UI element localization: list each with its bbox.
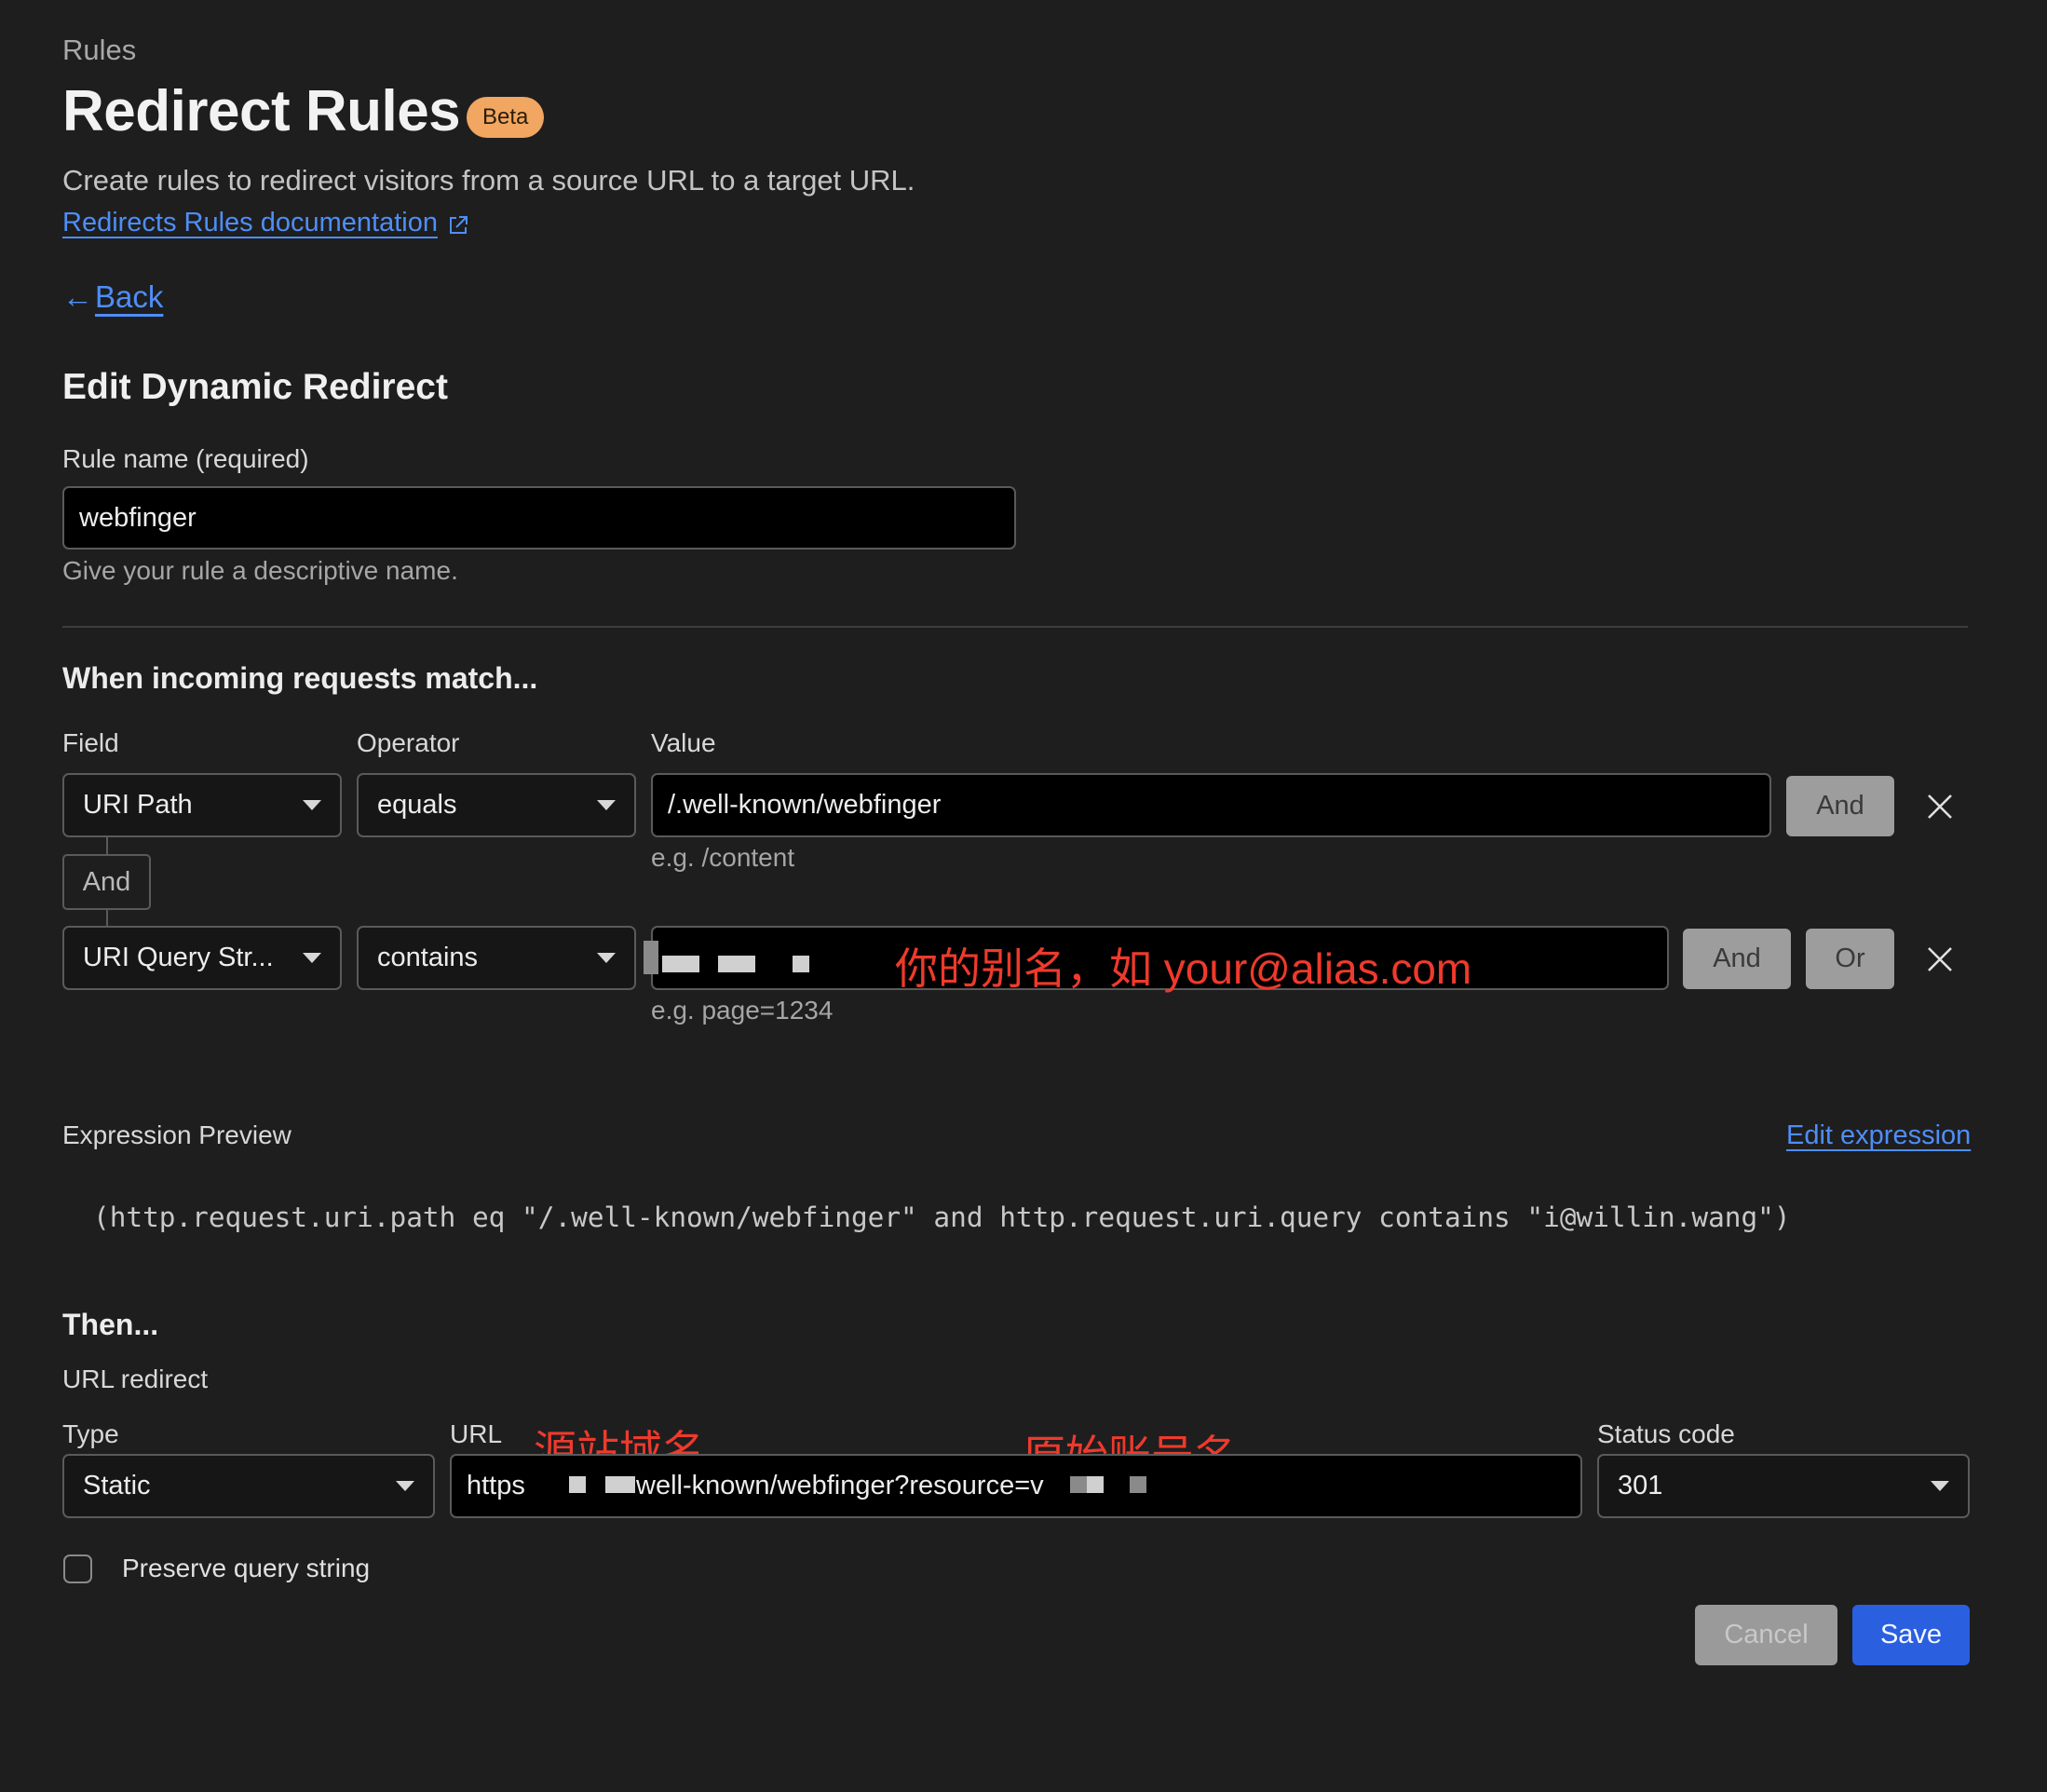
divider xyxy=(62,626,1968,628)
operator-select-value: equals xyxy=(377,790,457,820)
add-and-condition-button[interactable]: And xyxy=(1683,929,1791,989)
beta-badge: Beta xyxy=(467,97,545,138)
url-redirect-label: URL redirect xyxy=(62,1364,209,1393)
and-connector-badge: And xyxy=(62,854,151,910)
value-hint-2: e.g. page=1234 xyxy=(651,996,834,1025)
documentation-link[interactable]: Redirects Rules documentation xyxy=(62,208,438,238)
match-section-title: When incoming requests match... xyxy=(62,661,538,695)
url-path-text: well-known/webfinger?resource=v xyxy=(636,1471,1044,1500)
operator-select-1[interactable]: equals xyxy=(357,773,636,837)
close-icon[interactable] xyxy=(1926,945,1954,973)
operator-column-label: Operator xyxy=(357,728,460,757)
field-select-value: URI Path xyxy=(83,790,193,820)
condition-connector-line xyxy=(106,837,108,854)
status-code-select[interactable]: 301 xyxy=(1597,1454,1970,1518)
field-select-value: URI Query Str... xyxy=(83,943,274,972)
arrow-left-icon: ← xyxy=(62,279,93,314)
status-code-label: Status code xyxy=(1597,1419,1735,1448)
edit-expression-link[interactable]: Edit expression xyxy=(1786,1120,1971,1151)
field-select-2[interactable]: URI Query Str... xyxy=(62,926,342,990)
breadcrumb[interactable]: Rules xyxy=(62,34,136,67)
redacted-block xyxy=(644,941,658,974)
operator-select-2[interactable]: contains xyxy=(357,926,636,990)
redacted-block xyxy=(1130,1476,1146,1493)
chevron-down-icon xyxy=(597,953,616,963)
rule-name-input[interactable] xyxy=(62,486,1016,550)
back-link[interactable]: ← Back xyxy=(62,279,163,315)
status-select-value: 301 xyxy=(1618,1471,1663,1500)
chevron-down-icon xyxy=(303,800,321,810)
redacted-block xyxy=(1087,1476,1104,1493)
expression-preview-label: Expression Preview xyxy=(62,1120,291,1149)
type-label: Type xyxy=(62,1419,119,1448)
alias-annotation: 你的别名，如 your@alias.com xyxy=(895,944,1472,993)
url-label: URL xyxy=(450,1419,503,1448)
cancel-button[interactable]: Cancel xyxy=(1695,1605,1837,1665)
back-label: Back xyxy=(95,279,164,314)
redacted-block xyxy=(569,1476,586,1493)
chevron-down-icon xyxy=(303,953,321,963)
redirect-type-select[interactable]: Static xyxy=(62,1454,435,1518)
redacted-block xyxy=(605,1476,635,1493)
field-select-1[interactable]: URI Path xyxy=(62,773,342,837)
add-or-condition-button[interactable]: Or xyxy=(1806,929,1894,989)
redacted-block xyxy=(1070,1476,1087,1493)
redacted-block xyxy=(718,956,755,972)
section-title: Edit Dynamic Redirect xyxy=(62,367,448,407)
url-prefix-text: https xyxy=(467,1471,525,1500)
redacted-block xyxy=(793,956,809,972)
condition-connector-line xyxy=(106,910,108,926)
external-link-icon[interactable] xyxy=(446,213,470,238)
redacted-block xyxy=(662,956,699,972)
close-icon[interactable] xyxy=(1926,793,1954,821)
value-column-label: Value xyxy=(651,728,716,757)
expression-preview-text: (http.request.uri.path eq "/.well-known/… xyxy=(93,1201,1791,1233)
page-description: Create rules to redirect visitors from a… xyxy=(62,164,915,197)
preserve-query-label[interactable]: Preserve query string xyxy=(122,1554,370,1583)
chevron-down-icon xyxy=(396,1481,414,1491)
chevron-down-icon xyxy=(597,800,616,810)
operator-select-value: contains xyxy=(377,943,479,972)
redirect-url-input[interactable]: https well-known/webfinger?resource=v xyxy=(450,1454,1582,1518)
chevron-down-icon xyxy=(1931,1481,1949,1491)
add-and-condition-button[interactable]: And xyxy=(1786,776,1894,836)
then-section-title: Then... xyxy=(62,1308,159,1341)
save-button[interactable]: Save xyxy=(1852,1605,1970,1665)
value-hint-1: e.g. /content xyxy=(651,843,795,872)
preserve-query-checkbox[interactable] xyxy=(63,1554,92,1583)
page-title: Redirect Rules xyxy=(62,79,461,143)
rule-name-label: Rule name (required) xyxy=(62,444,309,473)
field-column-label: Field xyxy=(62,728,119,757)
value-input-1[interactable] xyxy=(651,773,1771,837)
rule-name-hint: Give your rule a descriptive name. xyxy=(62,556,458,585)
type-select-value: Static xyxy=(83,1471,151,1500)
